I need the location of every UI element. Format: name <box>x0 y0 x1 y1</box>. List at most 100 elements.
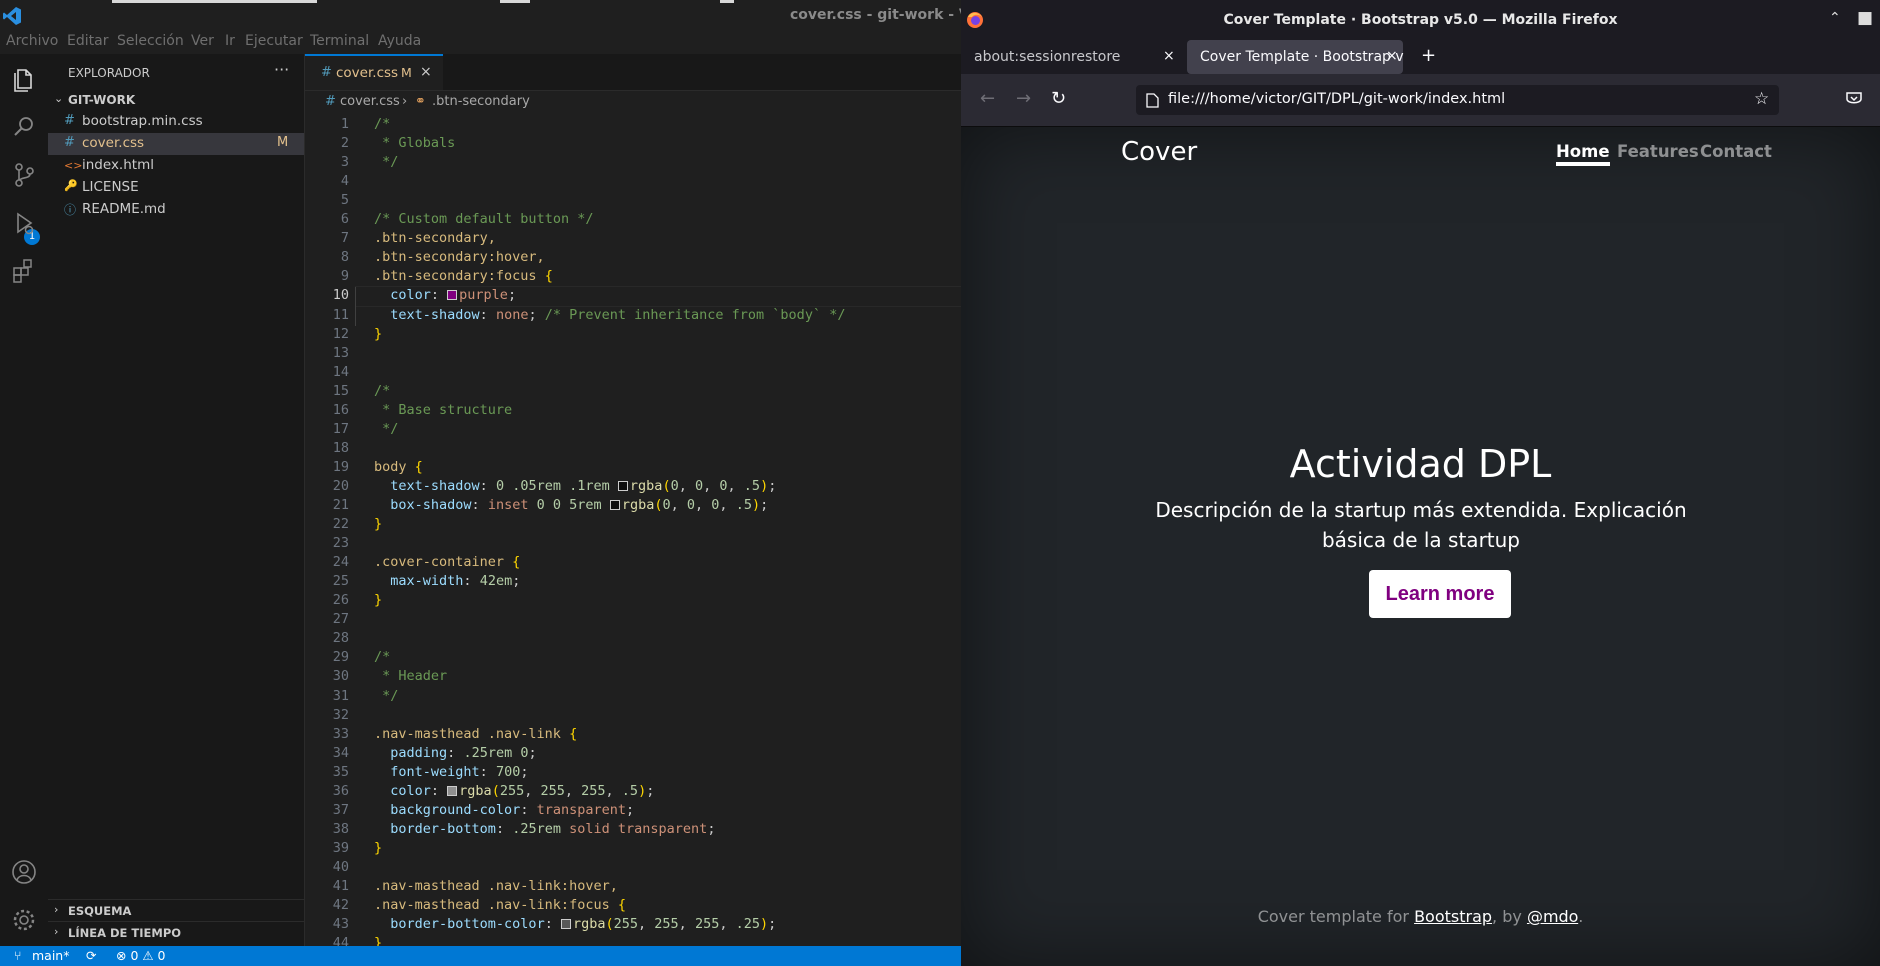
line-number: 32 <box>332 706 349 723</box>
chevron-down-icon[interactable]: ⌄ <box>54 92 63 105</box>
file-name: cover.css <box>82 135 145 151</box>
menu-seleccion[interactable]: Selección <box>117 33 184 49</box>
outline-section[interactable]: › ESQUEMA <box>48 899 304 922</box>
minimize-icon[interactable]: ⌃ <box>1829 10 1841 26</box>
code-line[interactable]: * Globals <box>374 135 455 151</box>
code-line[interactable]: text-shadow: 0 .05rem .1rem rgba(0, 0, 0… <box>374 478 776 494</box>
tab-cover-template[interactable]: Cover Template · Bootstrap v × <box>1187 40 1404 74</box>
code-line[interactable]: border-bottom-color: rgba(255, 255, 255,… <box>374 916 776 932</box>
site-brand[interactable]: Cover <box>1121 137 1197 167</box>
footer-text: Cover template for <box>1257 907 1415 926</box>
explorer-icon[interactable] <box>9 64 39 94</box>
git-branch[interactable]: main* <box>32 948 69 963</box>
account-icon[interactable] <box>9 857 39 887</box>
code-line[interactable]: color: rgba(255, 255, 255, .5); <box>374 783 654 799</box>
chevron-right-icon: › <box>402 94 408 109</box>
code-line[interactable]: .cover-container { <box>374 554 520 570</box>
code-line[interactable]: color: purple; <box>374 287 516 303</box>
new-tab-button[interactable]: + <box>1421 45 1436 66</box>
code-editor[interactable]: 1 /* 2 * Globals 3 */ 4 5 6 /* Custom default b… <box>305 112 961 956</box>
line-number: 18 <box>332 439 349 456</box>
code-line[interactable]: } <box>374 840 382 856</box>
titlebar-command-center[interactable] <box>112 0 317 3</box>
code-line[interactable]: */ <box>374 688 398 704</box>
tab-cover-css[interactable]: # cover.css M × <box>305 54 443 90</box>
vscode-titlebar: cover.css - git-work - Visu <box>0 0 961 30</box>
code-line[interactable]: /* Custom default button */ <box>374 211 593 227</box>
file-bootstrap-min-css[interactable]: # bootstrap.min.css <box>48 111 304 133</box>
code-line[interactable]: .btn-secondary:focus { <box>374 268 553 284</box>
code-line[interactable]: .nav-masthead .nav-link:hover, <box>374 878 618 894</box>
nav-contact[interactable]: Contact <box>1700 142 1772 161</box>
code-line[interactable]: } <box>374 592 382 608</box>
selector-symbol-icon: ⚭ <box>415 94 426 109</box>
bootstrap-link[interactable]: Bootstrap <box>1414 907 1492 926</box>
reload-icon[interactable]: ↻ <box>1051 88 1066 109</box>
settings-gear-icon[interactable] <box>9 905 39 935</box>
code-line[interactable]: */ <box>374 421 398 437</box>
code-line[interactable]: .btn-secondary, <box>374 230 496 246</box>
code-line[interactable]: body { <box>374 459 423 475</box>
line-number: 23 <box>332 535 349 552</box>
code-line[interactable]: */ <box>374 154 398 170</box>
source-control-icon[interactable] <box>9 160 39 190</box>
mdo-link[interactable]: @mdo <box>1527 907 1578 926</box>
forward-arrow-icon[interactable]: → <box>1016 88 1031 109</box>
code-line[interactable]: background-color: transparent; <box>374 802 634 818</box>
code-line[interactable]: .btn-secondary:hover, <box>374 249 545 265</box>
code-line[interactable]: padding: .25rem 0; <box>374 745 536 761</box>
sync-icon[interactable]: ⟳ <box>86 948 96 963</box>
pocket-icon[interactable] <box>1845 91 1863 108</box>
code-line[interactable]: max-width: 42em; <box>374 573 520 589</box>
code-line[interactable]: * Header <box>374 668 447 684</box>
code-line[interactable]: .nav-masthead .nav-link:focus { <box>374 897 626 913</box>
workspace-folder[interactable]: GIT-WORK <box>68 93 135 107</box>
code-line[interactable]: /* <box>374 116 390 132</box>
close-tab-icon[interactable]: × <box>1386 48 1398 64</box>
code-line[interactable]: box-shadow: inset 0 0 5rem rgba(0, 0, 0,… <box>374 497 768 513</box>
menu-editar[interactable]: Editar <box>67 33 108 49</box>
menu-ir[interactable]: Ir <box>225 33 235 49</box>
extensions-icon[interactable] <box>9 256 39 286</box>
close-window-icon[interactable]: ■ <box>1857 8 1873 28</box>
menu-ver[interactable]: Ver <box>191 33 214 49</box>
breadcrumb-symbol[interactable]: .btn-secondary <box>432 94 530 109</box>
tab-sessionrestore[interactable]: about:sessionrestore × <box>961 40 1181 74</box>
code-line[interactable]: * Base structure <box>374 402 512 418</box>
close-tab-icon[interactable]: × <box>1163 48 1175 64</box>
nav-features[interactable]: Features <box>1617 142 1699 161</box>
line-number: 14 <box>332 363 349 380</box>
file-readme-md[interactable]: ⓘ README.md <box>48 199 304 221</box>
url-bar[interactable]: file:///home/victor/GIT/DPL/git-work/ind… <box>1136 85 1779 115</box>
hero-title: Actividad DPL <box>1289 442 1552 486</box>
back-arrow-icon[interactable]: ← <box>980 88 995 109</box>
nav-home[interactable]: Home <box>1556 142 1610 166</box>
run-debug-icon[interactable] <box>9 208 39 238</box>
file-license[interactable]: 🔑 LICENSE <box>48 177 304 199</box>
code-line[interactable]: } <box>374 326 382 342</box>
code-line[interactable]: .nav-masthead .nav-link { <box>374 726 577 742</box>
code-line[interactable]: /* <box>374 383 390 399</box>
learn-more-button[interactable]: Learn more <box>1369 570 1511 618</box>
file-cover-css[interactable]: # cover.css M <box>48 133 304 155</box>
code-line[interactable]: /* <box>374 649 390 665</box>
code-line[interactable]: } <box>374 516 382 532</box>
menu-terminal[interactable]: Terminal <box>310 33 369 49</box>
menu-ayuda[interactable]: Ayuda <box>378 33 421 49</box>
more-actions-icon[interactable]: ··· <box>274 60 289 79</box>
code-line[interactable]: text-shadow: none; /* Prevent inheritanc… <box>374 307 845 323</box>
url-text[interactable]: file:///home/victor/GIT/DPL/git-work/ind… <box>1168 91 1505 107</box>
line-number: 3 <box>340 154 349 171</box>
search-icon[interactable] <box>9 112 39 142</box>
code-line[interactable]: border-bottom: .25rem solid transparent; <box>374 821 715 837</box>
menu-archivo[interactable]: Archivo <box>6 33 58 49</box>
breadcrumb-file[interactable]: cover.css <box>340 94 400 109</box>
problems-status[interactable]: ⊗ 0 ⚠ 0 <box>116 948 166 963</box>
close-icon[interactable]: × <box>420 64 432 80</box>
line-number: 30 <box>332 668 349 685</box>
code-line[interactable]: font-weight: 700; <box>374 764 528 780</box>
timeline-section[interactable]: › LÍNEA DE TIEMPO <box>48 921 304 944</box>
file-index-html[interactable]: <> index.html <box>48 155 304 177</box>
menu-ejecutar[interactable]: Ejecutar <box>245 33 303 49</box>
bookmark-star-icon[interactable]: ☆ <box>1754 89 1769 109</box>
